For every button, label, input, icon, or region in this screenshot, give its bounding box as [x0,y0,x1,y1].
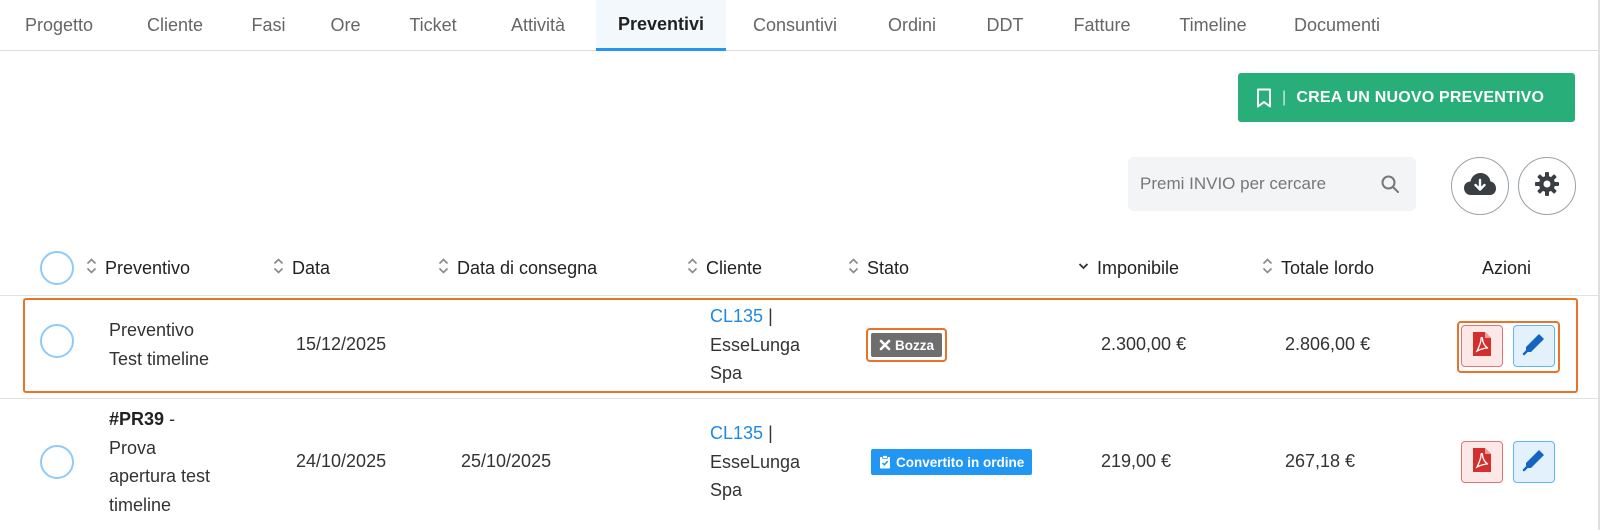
imponibile-value: 219,00 € [1101,451,1172,471]
table-row[interactable]: #PR39 - Prova apertura test timeline 24/… [0,398,1598,526]
tab-progetto[interactable]: Progetto [0,0,118,50]
column-cliente[interactable]: Cliente [687,240,762,296]
tab-consuntivi[interactable]: Consuntivi [726,0,864,50]
tab-ore[interactable]: Ore [305,0,386,50]
quote-code-dash: - [169,409,176,429]
select-all-checkbox[interactable] [40,251,74,285]
column-label: Data di consegna [457,257,598,278]
bookmark-icon [1256,88,1272,108]
quote-title-line: timeline [109,494,172,515]
clipboard-check-icon [879,455,891,469]
quote-code: #PR39 [109,409,165,429]
client-cell: CL135 | EsseLunga Spa [710,419,800,505]
tab-ddt[interactable]: DDT [960,0,1050,50]
search-input[interactable] [1140,174,1380,194]
quote-title-line: apertura test [109,466,211,486]
gear-icon [1534,171,1560,202]
pdf-icon [1471,447,1493,478]
sort-icon [438,257,449,280]
column-imponibile[interactable]: Imponibile [1078,240,1179,296]
sort-icon [86,257,97,280]
client-name: Spa [710,480,743,500]
tab-documenti[interactable]: Documenti [1272,0,1402,50]
column-label: Cliente [706,257,763,278]
column-azioni: Azioni [1482,240,1531,296]
tab-attivita[interactable]: Attività [480,0,596,50]
client-separator: | [768,423,773,443]
create-quote-button[interactable]: | CREA UN NUOVO PREVENTIVO [1238,73,1575,122]
pen-icon [1522,448,1546,477]
sort-icon [687,257,698,280]
sort-icon [848,257,859,280]
column-label: Totale lordo [1281,257,1375,278]
column-label: Stato [867,257,910,278]
column-totale-lordo[interactable]: Totale lordo [1262,240,1374,296]
export-button[interactable] [1451,157,1509,215]
totale-value: 267,18 € [1285,451,1356,471]
search-box [1128,157,1416,211]
settings-button[interactable] [1518,157,1576,215]
create-button-label: CREA UN NUOVO PREVENTIVO [1296,88,1545,106]
column-label: Data [292,257,331,278]
tab-preventivi[interactable]: Preventivi [596,0,726,51]
column-label: Azioni [1482,257,1532,278]
pdf-button[interactable] [1461,441,1503,483]
quote-date: 24/10/2025 [296,451,387,471]
column-label: Imponibile [1097,257,1180,278]
edit-button[interactable] [1513,441,1555,483]
status-badge: Convertito in ordine [871,449,1033,475]
search-icon[interactable] [1380,174,1400,199]
tab-ticket[interactable]: Ticket [386,0,480,50]
tab-bar: Progetto Cliente Fasi Ore Ticket Attivit… [0,0,1598,51]
column-data-consegna[interactable]: Data di consegna [438,240,597,296]
tab-timeline[interactable]: Timeline [1154,0,1272,50]
column-data[interactable]: Data [273,240,330,296]
tab-fatture[interactable]: Fatture [1050,0,1154,50]
quote-title-line: Prova [109,437,157,458]
cloud-download-icon [1463,171,1497,202]
sort-desc-icon [1078,257,1089,280]
column-preventivo[interactable]: Preventivo [86,240,190,296]
status-label: Convertito in ordine [896,454,1025,470]
status-cell: Convertito in ordine [871,449,1033,475]
row-select-checkbox[interactable] [40,445,74,479]
tab-ordini[interactable]: Ordini [864,0,960,50]
tab-fasi[interactable]: Fasi [232,0,305,50]
client-code-link[interactable]: CL135 [710,423,763,443]
delivery-date: 25/10/2025 [461,451,552,471]
column-stato[interactable]: Stato [848,240,909,296]
client-name: EsseLunga [710,451,801,472]
sort-icon [273,257,284,280]
column-label: Preventivo [105,257,191,278]
quote-title[interactable]: #PR39 - Prova apertura test timeline [109,405,210,519]
tab-cliente[interactable]: Cliente [118,0,232,50]
selected-row-highlight [23,298,1578,393]
create-button-separator: | [1282,88,1287,106]
table-header: Preventivo Data Data di consegna Cliente… [0,240,1598,296]
sort-icon [1262,257,1273,280]
